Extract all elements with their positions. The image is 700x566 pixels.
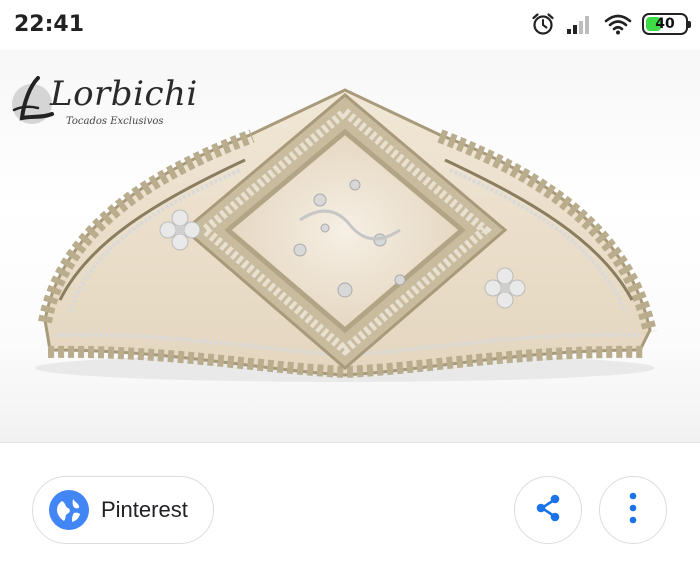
logo-tagline: Tocados Exclusivos bbox=[66, 116, 164, 127]
source-label: Pinterest bbox=[101, 497, 188, 522]
status-time: 22:41 bbox=[14, 12, 85, 37]
more-options-button[interactable] bbox=[599, 476, 667, 544]
divider bbox=[0, 442, 700, 443]
more-vert-icon bbox=[627, 491, 639, 530]
alarm-icon bbox=[530, 11, 556, 37]
watermark-logo: Lorbichi Tocados Exclusivos bbox=[8, 58, 197, 138]
logo-text: Lorbichi bbox=[50, 74, 198, 114]
wifi-icon bbox=[604, 13, 632, 35]
share-button[interactable] bbox=[514, 476, 582, 544]
share-icon bbox=[532, 492, 564, 529]
battery-icon: 40 bbox=[642, 13, 691, 35]
battery-level: 40 bbox=[655, 16, 675, 32]
status-icons: 40 bbox=[530, 10, 691, 38]
result-image[interactable]: Lorbichi Tocados Exclusivos bbox=[0, 50, 700, 442]
signal-icon bbox=[566, 13, 594, 35]
status-bar: 22:41 40 bbox=[0, 0, 700, 50]
visit-source-button[interactable]: Pinterest bbox=[32, 476, 214, 544]
globe-icon bbox=[49, 490, 89, 530]
